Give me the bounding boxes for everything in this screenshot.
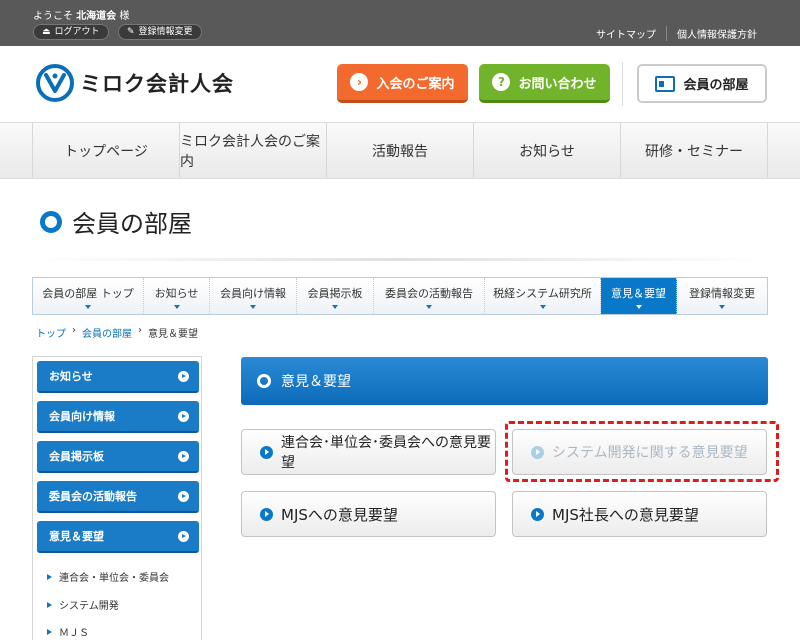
contact-button[interactable]: ? お問い合わせ [479,64,610,103]
header-divider [622,62,623,106]
ring-bullet-icon [257,374,271,388]
mjs-president-opinion-button[interactable]: MJS社長への意見要望 [512,491,767,537]
top-bar: ようこそ 北海道会 様 ⏏ ログアウト ✎ 登録情報変更 サイトマップ 個人情報… [0,0,800,46]
edit-profile-label: 登録情報変更 [138,27,193,37]
breadcrumb-current: 意見＆要望 [148,329,198,340]
sidebar-subitem-federation[interactable]: 連合会・単位会・委員会 [47,569,169,584]
subnav-item-member-top[interactable]: 会員の部屋 トップ [33,278,144,314]
sidebar-item-opinions[interactable]: 意見＆要望 [37,521,199,553]
subnav-item-news[interactable]: お知らせ [144,278,210,314]
logout-icon: ⏏ [42,27,51,37]
sidebar-subitem-mjs[interactable]: ＭＪＳ [47,624,89,639]
sidebar-item-label: 会員向け情報 [49,410,115,423]
sidebar: お知らせ 会員向け情報 会員掲示板 委員会の活動報告 意見＆要望 連合会・単位会… [32,356,202,640]
logout-label: ログアウト [54,27,100,37]
arrow-right-circle-icon: › [350,73,369,91]
ring-bullet-icon [40,210,62,233]
option-label: MJSへの意見要望 [281,505,398,524]
nav-item-activity-report[interactable]: 活動報告 [326,123,473,178]
miroku-logo-icon [36,64,74,102]
sidebar-item-label: お知らせ [49,370,93,383]
arrow-circle-icon [178,531,189,542]
triangle-bullet-icon [47,601,52,608]
arrow-circle-icon [531,507,544,521]
question-circle-icon: ? [492,73,511,91]
page-title-text: 会員の部屋 [72,210,192,238]
section-heading: 意見＆要望 [281,374,351,390]
sidebar-item-bulletin-board[interactable]: 会員掲示板 [37,441,199,473]
global-navigation: トップページ ミロク会計人会のご案内 活動報告 お知らせ 研修・セミナー [0,122,800,179]
id-card-icon [655,75,676,92]
sidebar-item-label: 意見＆要望 [49,530,104,543]
sidebar-item-label: 委員会の活動報告 [49,490,137,503]
sidebar-item-label: 会員掲示板 [49,450,104,463]
breadcrumb-top[interactable]: トップ [36,325,66,340]
sidebar-item-news[interactable]: お知らせ [37,361,199,393]
nav-item-news[interactable]: お知らせ [473,123,620,178]
user-name: 北海道会 [76,11,117,22]
page-title: 会員の部屋 [40,204,192,239]
logo-text: ミロク会計人会 [80,72,234,96]
member-room-label: 会員の部屋 [683,78,749,93]
section-heading-bar: 意見＆要望 [241,357,768,405]
arrow-circle-icon [178,411,189,422]
subnav-item-committee-report[interactable]: 委員会の活動報告 [374,278,485,314]
edit-profile-button[interactable]: ✎ 登録情報変更 [118,24,202,40]
subnav-item-tax-research[interactable]: 税経システム研究所 [485,278,601,314]
breadcrumb: トップ › 会員の部屋 › 意見＆要望 [36,325,198,340]
sidebar-subitem-label: ＭＪＳ [59,628,89,639]
contact-label: お問い合わせ [518,76,597,92]
breadcrumb-member-room[interactable]: 会員の部屋 [82,325,132,340]
option-label: 連合会･単位会･委員会への意見要望 [281,435,491,471]
mjs-opinion-button[interactable]: MJSへの意見要望 [241,491,496,537]
subnav-item-opinions[interactable]: 意見＆要望 [601,278,677,314]
highlight-outline [505,421,779,482]
title-divider [32,258,768,261]
member-room-button[interactable]: 会員の部屋 [637,64,767,103]
subnav-item-member-info[interactable]: 会員向け情報 [210,278,297,314]
site-logo[interactable]: ミロク会計人会 [36,64,234,102]
nav-item-about[interactable]: ミロク会計人会のご案内 [179,123,326,178]
welcome-suffix: 様 [119,11,130,22]
welcome-message: ようこそ 北海道会 様 [33,7,129,22]
logout-button[interactable]: ⏏ ログアウト [33,24,109,40]
sidebar-item-committee-report[interactable]: 委員会の活動報告 [37,481,199,513]
sidebar-subitem-system-dev[interactable]: システム開発 [47,597,119,612]
breadcrumb-separator: › [138,325,142,336]
triangle-bullet-icon [47,573,52,580]
option-label: MJS社長への意見要望 [552,505,699,524]
top-links: サイトマップ 個人情報保護方針 [586,26,767,41]
subnav-item-bulletin-board[interactable]: 会員掲示板 [297,278,374,314]
breadcrumb-separator: › [72,325,76,336]
arrow-circle-icon [178,491,189,502]
arrow-circle-icon [260,445,273,459]
nav-item-seminar[interactable]: 研修・セミナー [620,123,768,178]
arrow-circle-icon [178,371,189,382]
member-sub-navigation: 会員の部屋 トップ お知らせ 会員向け情報 会員掲示板 委員会の活動報告 税経シ… [32,277,768,315]
subnav-item-edit-profile[interactable]: 登録情報変更 [677,278,767,314]
sidebar-subitem-label: システム開発 [59,601,119,612]
triangle-bullet-icon [47,628,52,635]
pencil-icon: ✎ [127,27,135,37]
join-guide-button[interactable]: › 入会のご案内 [337,64,468,103]
welcome-prefix: ようこそ [33,11,73,22]
sidebar-subitem-label: 連合会・単位会・委員会 [59,573,169,584]
arrow-circle-icon [260,507,273,521]
join-guide-label: 入会のご案内 [376,76,455,92]
sitemap-link[interactable]: サイトマップ [586,26,666,41]
arrow-circle-icon [178,451,189,462]
nav-item-top[interactable]: トップページ [32,123,179,178]
sidebar-item-member-info[interactable]: 会員向け情報 [37,401,199,433]
privacy-policy-link[interactable]: 個人情報保護方針 [666,26,767,41]
federation-opinion-button[interactable]: 連合会･単位会･委員会への意見要望 [241,429,496,475]
